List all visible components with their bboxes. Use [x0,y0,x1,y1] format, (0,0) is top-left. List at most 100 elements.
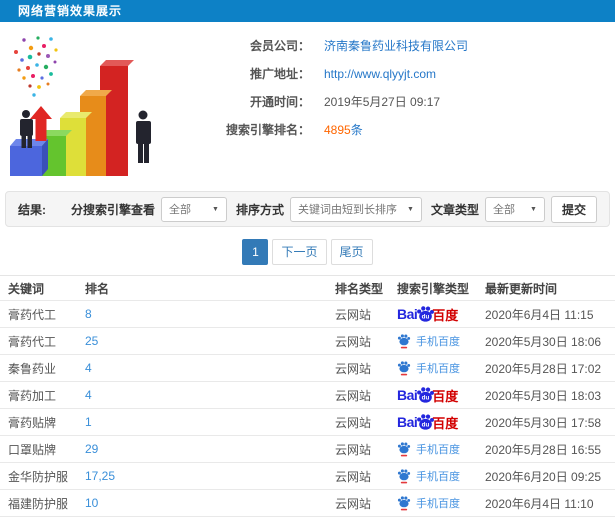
page-button-current[interactable]: 1 [242,239,269,265]
table-row: 金华防护服 17,25 云网站 手机百度 2020年6月20日 09:25 [0,463,615,490]
rank-type-cell: 云网站 [335,442,372,457]
engine-rank-label: 搜索引擎排名： [225,123,310,137]
table-row: 口罩贴牌 29 云网站 手机百度 2020年5月28日 16:55 [0,436,615,463]
open-time-value: 2019年5月27日 09:17 [324,95,441,109]
column-header-3: 搜索引擎类型 [397,281,470,296]
column-header-1: 排名 [85,281,110,296]
article-type-selected: 全部 [492,204,515,216]
table-row: 福建防护服 10 云网站 手机百度 2020年6月4日 11:10 [0,490,615,517]
sort-selected: 关键词由短到长排序 [297,204,397,216]
rank-cell: 29 [85,442,335,456]
rank-link[interactable]: 8 [85,307,92,321]
pagination: 1 下一页 尾页 [0,239,615,265]
baidu-logo-bai: Bai [397,387,418,403]
rank-cell: 25 [85,334,335,348]
rank-type-cell: 云网站 [335,361,372,376]
promo-url-label: 推广地址： [249,67,310,81]
engine-cell: 手机百度 [397,360,485,376]
mobile-baidu-label: 手机百度 [416,498,460,510]
page-button-last[interactable]: 尾页 [330,239,373,265]
mobile-baidu-label: 手机百度 [416,363,460,375]
article-type-select[interactable]: 全部 ▼ [484,196,545,222]
engine-rank-unit: 条 [350,123,363,137]
table-row: 膏药贴牌 1 云网站 Bai du 百度 2020年5月30日 17:58 [0,409,615,436]
bars [10,60,134,176]
article-type-label: 文章类型 [430,202,479,217]
svg-text:du: du [422,421,430,428]
rank-link[interactable]: 29 [85,442,98,456]
rank-link[interactable]: 4 [85,361,92,375]
mobile-baidu-logo: 手机百度 [397,495,460,511]
rank-link[interactable]: 25 [85,334,98,348]
caret-down-icon: ▼ [407,205,414,213]
caret-down-icon: ▼ [212,205,219,213]
filter-controls: 分搜索引擎查看 全部 ▼ 排序方式 关键词由短到长排序 ▼ 文章类型 全部 ▼ … [68,195,597,223]
baidu-logo-cn: 百度 [432,307,459,323]
baidu-logo-bai: Bai [397,414,418,430]
open-time-label: 开通时间： [249,95,310,109]
keyword-cell: 膏药贴牌 [8,415,57,430]
keyword-cell: 秦鲁药业 [8,361,57,376]
rank-link[interactable]: 17,25 [85,469,115,483]
mobile-baidu-logo: 手机百度 [397,441,460,457]
promo-url-link[interactable]: http://www.qlyyjt.com [324,67,436,81]
updated-time-cell: 2020年5月30日 17:58 [485,415,602,430]
mobile-baidu-paw-icon [397,334,411,349]
member-info: 会员公司： 济南秦鲁药业科技有限公司 推广地址： http://www.qlyy… [180,30,615,188]
rank-type-cell: 云网站 [335,388,372,403]
page: 网络营销效果展示 会员公司： 济南秦鲁药业科技有限公司 推广地址： http:/… [0,0,615,520]
keyword-cell: 膏药代工 [8,307,57,322]
updated-time-cell: 2020年5月28日 17:02 [485,361,602,376]
growth-chart-illustration [0,30,180,188]
keyword-ranking-table: 关键词 排名 排名类型 搜索引擎类型 最新更新时间 膏药代工 8 云网站 Bai du 百度 202… [0,275,615,520]
sort-label: 排序方式 [235,202,284,217]
page-button-next[interactable]: 下一页 [272,239,327,265]
column-header-0: 关键词 [8,281,45,296]
submit-button[interactable]: 提交 [550,195,597,223]
open-time-row: 开通时间： 2019年5月27日 09:17 [180,92,615,111]
rank-link[interactable]: 1 [85,415,92,429]
engine-cell: 手机百度 [397,468,485,484]
keyword-cell: 膏药代工 [8,334,57,349]
rank-type-cell: 云网站 [335,469,372,484]
engine-rank-row: 搜索引擎排名： 4895条 [180,120,615,139]
svg-text:du: du [422,394,430,401]
updated-time-cell: 2020年6月20日 09:25 [485,469,602,484]
engine-rank-count: 4895 [324,123,351,137]
baidu-logo-cn: 百度 [432,388,459,404]
mobile-baidu-logo: 手机百度 [397,333,460,349]
confetti [14,36,58,97]
keyword-cell: 金华防护服 [8,469,69,484]
engine-view-select[interactable]: 全部 ▼ [160,196,227,222]
member-company-row: 会员公司： 济南秦鲁药业科技有限公司 [180,36,615,55]
mobile-baidu-label: 手机百度 [416,444,460,456]
table-row: 膏药代工 25 云网站 手机百度 2020年5月30日 18:06 [0,328,615,355]
baidu-logo-bai: Bai [397,306,418,322]
member-company-link[interactable]: 济南秦鲁药业科技有限公司 [324,37,468,54]
member-company-label: 会员公司： [249,39,310,53]
sort-select[interactable]: 关键词由短到长排序 ▼ [289,196,422,222]
summary-section: 会员公司： 济南秦鲁药业科技有限公司 推广地址： http://www.qlyy… [0,22,615,188]
rank-cell: 17,25 [85,469,335,483]
mobile-baidu-paw-icon [397,442,411,457]
page-title-bar: 网络营销效果展示 [0,0,615,22]
rank-link[interactable]: 4 [85,388,92,402]
engine-cell: 手机百度 [397,333,485,349]
caret-down-icon: ▼ [530,205,537,213]
column-header-4: 最新更新时间 [485,281,558,296]
mobile-baidu-logo: 手机百度 [397,360,460,376]
engine-cell: Bai du 百度 [397,385,485,406]
promo-url-row: 推广地址： http://www.qlyyjt.com [180,64,615,83]
keyword-cell: 福建防护服 [8,496,69,511]
baidu-logo: Bai du 百度 [397,412,458,433]
updated-time-cell: 2020年5月28日 16:55 [485,442,602,457]
updated-time-cell: 2020年6月4日 11:10 [485,496,594,511]
engine-view-label: 分搜索引擎查看 [70,202,155,217]
rank-cell: 4 [85,361,335,375]
table-header-row: 关键词 排名 排名类型 搜索引擎类型 最新更新时间 [0,275,615,301]
updated-time-cell: 2020年6月4日 11:15 [485,307,594,322]
rank-type-cell: 云网站 [335,496,372,511]
rank-link[interactable]: 10 [85,496,98,510]
engine-cell: 手机百度 [397,441,485,457]
table-body: 膏药代工 8 云网站 Bai du 百度 2020年6月4日 11:15 膏药代工 25 云网站手… [0,301,615,520]
